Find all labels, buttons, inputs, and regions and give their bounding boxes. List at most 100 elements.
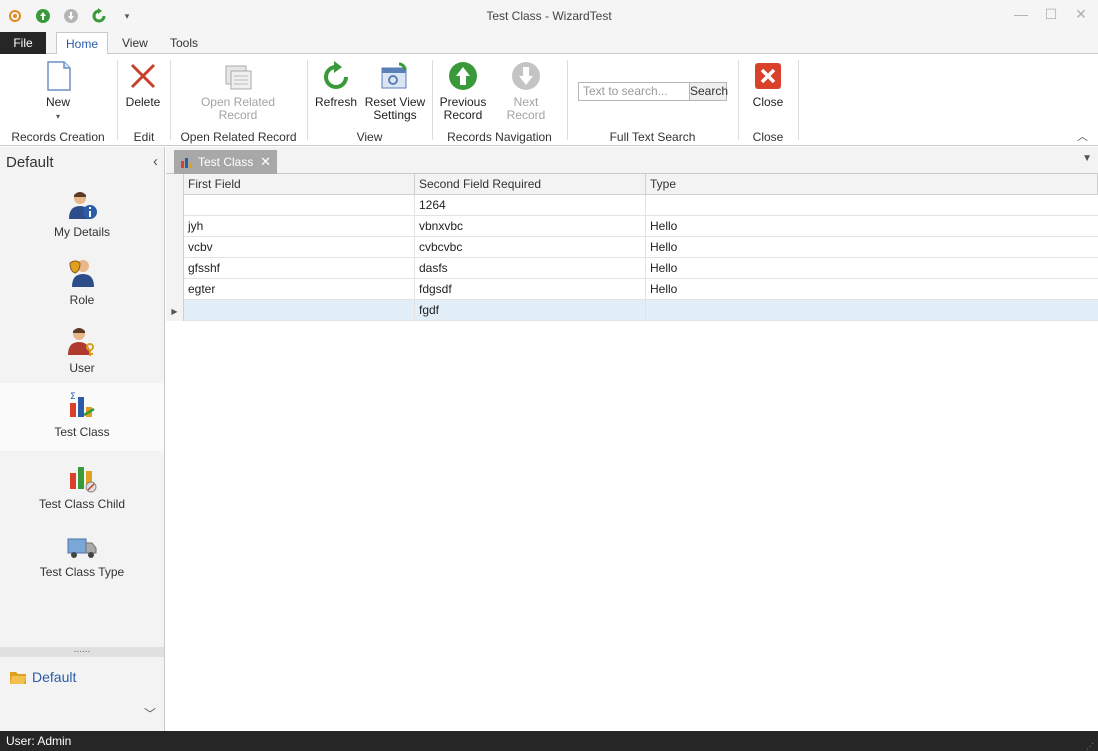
row-indicator (166, 237, 184, 258)
nav-splitter[interactable]: ...... (0, 645, 164, 657)
group-divider (117, 60, 118, 140)
table-row[interactable]: 1264 (166, 195, 1098, 216)
nav-item-test-class[interactable]: Σ Test Class (0, 383, 164, 451)
group-divider (432, 60, 433, 140)
tab-file[interactable]: File (0, 32, 46, 54)
close-label: Close (752, 95, 784, 109)
nav-item-test-class-child[interactable]: Test Class Child (0, 455, 164, 523)
cell-type[interactable]: Hello (646, 258, 1098, 279)
column-header-type[interactable]: Type (646, 174, 1098, 195)
reset-label-2: Settings (373, 108, 417, 122)
column-header-second-field[interactable]: Second Field Required (415, 174, 646, 195)
cell-first-field[interactable] (184, 195, 415, 216)
cell-second-field[interactable]: vbnxvbc (415, 216, 646, 237)
status-user: User: Admin (6, 734, 72, 748)
refresh-button[interactable]: Refresh (314, 60, 358, 109)
cell-first-field[interactable] (184, 300, 415, 321)
table-row[interactable]: egter fdgsdf Hello (166, 279, 1098, 300)
reset-view-settings-button[interactable]: Reset View Settings (364, 60, 426, 122)
cell-first-field[interactable]: gfsshf (184, 258, 415, 279)
close-button[interactable]: Close (748, 60, 788, 109)
group-edit: Edit (133, 130, 155, 144)
group-divider (307, 60, 308, 140)
column-header-first-field[interactable]: First Field (184, 174, 415, 195)
group-open-related: Open Related Record (180, 130, 297, 144)
cell-type[interactable] (646, 300, 1098, 321)
truck-icon (67, 538, 97, 558)
tab-list-dropdown-icon[interactable]: ▼ (1082, 153, 1092, 164)
group-records-navigation: Records Navigation (447, 130, 552, 144)
nav-item-my-details[interactable]: My Details (0, 183, 164, 251)
grid-header-row: First Field Second Field Required Type (166, 174, 1098, 195)
resize-grip-icon[interactable]: ⋰ (1086, 737, 1094, 751)
nav-group-default[interactable]: Default (10, 669, 76, 685)
table-row[interactable]: gfsshf dasfs Hello (166, 258, 1098, 279)
tab-view[interactable]: View (112, 32, 158, 54)
collapse-ribbon-icon[interactable]: ︿ (1077, 128, 1088, 144)
cell-first-field[interactable]: vcbv (184, 237, 415, 258)
refresh-icon (324, 61, 348, 89)
cell-second-field[interactable]: dasfs (415, 258, 646, 279)
previous-label-1: Previous (439, 95, 487, 109)
delete-label: Delete (125, 95, 161, 109)
new-label: New (45, 95, 70, 109)
cell-second-field[interactable]: cvbcvbc (415, 237, 646, 258)
cell-first-field[interactable]: jyh (184, 216, 415, 237)
tab-home[interactable]: Home (56, 32, 108, 55)
nav-group-label: Default (32, 669, 77, 685)
nav-item-test-class-type[interactable]: Test Class Type (0, 523, 164, 591)
user-info-icon (69, 192, 97, 219)
arrow-down-circle-icon (512, 62, 540, 90)
tab-tools[interactable]: Tools (160, 32, 208, 54)
window-controls: — ☐ ✕ (1012, 6, 1090, 23)
close-window-button[interactable]: ✕ (1072, 6, 1090, 23)
cell-second-field[interactable]: fdgsdf (415, 279, 646, 300)
document-tab-test-class[interactable]: Test Class ✕ (174, 150, 277, 174)
search-button[interactable]: Search (689, 82, 728, 101)
cell-type[interactable]: Hello (646, 216, 1098, 237)
current-row-arrow-icon: ▶ (171, 307, 178, 316)
table-row-current[interactable]: ▶ fgdf (166, 300, 1098, 321)
next-record-label: Next Record (506, 95, 546, 122)
nav-item-label: Role (69, 293, 95, 307)
cell-second-field[interactable]: fgdf (415, 300, 646, 321)
previous-label-2: Record (443, 108, 483, 122)
test-class-chart-icon (181, 158, 192, 168)
close-icon (755, 63, 781, 89)
new-button[interactable]: New ▾ (34, 60, 82, 123)
related-record-icon (225, 65, 252, 90)
cell-first-field[interactable]: egter (184, 279, 415, 300)
collapse-nav-icon[interactable]: ‹ (153, 153, 158, 170)
open-related-record-button[interactable]: Open Related Record (196, 60, 280, 122)
chevron-down-icon[interactable]: ﹀ (144, 705, 156, 722)
table-row[interactable]: jyh vbnxvbc Hello (166, 216, 1098, 237)
reset-label-1: Reset View (364, 95, 426, 109)
ribbon: New ▾ Records Creation Delete Edit Open … (0, 54, 1098, 146)
document-area: Test Class ✕ ▼ First Field Second Field … (166, 147, 1098, 731)
group-view: View (356, 130, 383, 144)
test-class-child-icon (70, 467, 97, 493)
maximize-button[interactable]: ☐ (1042, 6, 1060, 23)
nav-item-role[interactable]: Role (0, 251, 164, 319)
ribbon-tabs: File Home View Tools (0, 32, 1098, 55)
folder-icon (10, 672, 26, 684)
minimize-button[interactable]: — (1012, 6, 1030, 23)
search-input[interactable]: Text to search... (578, 82, 690, 101)
cell-second-field[interactable]: 1264 (415, 195, 646, 216)
group-divider (798, 60, 799, 140)
delete-button[interactable]: Delete (122, 60, 164, 109)
previous-record-button[interactable]: Previous Record (438, 60, 488, 122)
cell-type[interactable]: Hello (646, 279, 1098, 300)
row-indicator (166, 258, 184, 279)
status-bar: User: Admin ⋰ (0, 731, 1098, 751)
row-indicator (166, 279, 184, 300)
next-record-button[interactable]: Next Record (494, 60, 558, 122)
nav-item-user[interactable]: User (0, 319, 164, 387)
group-close: Close (752, 130, 784, 144)
cell-type[interactable] (646, 195, 1098, 216)
nav-header: Default (6, 154, 54, 171)
group-records-creation: Records Creation (11, 130, 105, 144)
table-row[interactable]: vcbv cvbcvbc Hello (166, 237, 1098, 258)
cell-type[interactable]: Hello (646, 237, 1098, 258)
close-tab-icon[interactable]: ✕ (260, 154, 271, 170)
